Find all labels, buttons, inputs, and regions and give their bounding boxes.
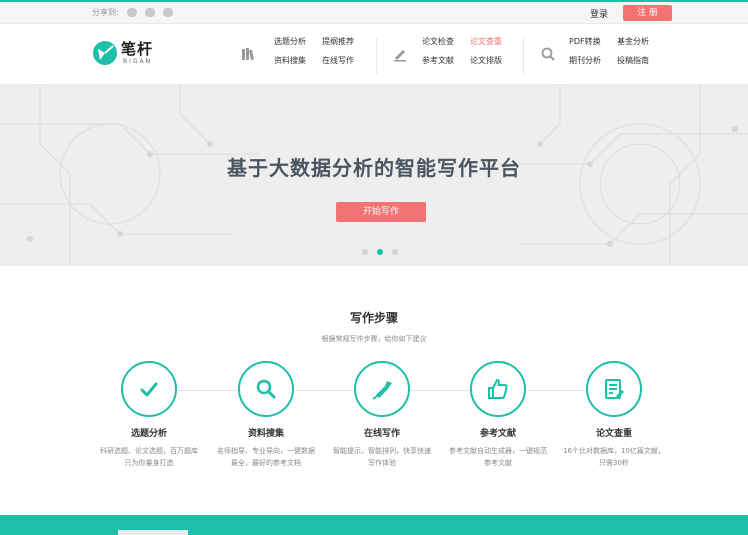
- step-title: 在线写作: [363, 429, 400, 439]
- hero-title: 基于大数据分析的智能写作平台: [227, 156, 521, 180]
- pen-icon: [372, 381, 392, 400]
- carousel-dot-active[interactable]: [377, 249, 383, 255]
- hero-banner: 基于大数据分析的智能写作平台 开始写作: [0, 84, 748, 266]
- start-writing-button[interactable]: 开始写作: [336, 202, 426, 222]
- nav-pdf-convert[interactable]: PDF转换: [569, 36, 601, 47]
- steps-title: 写作步骤: [349, 311, 398, 325]
- nav-paper-format[interactable]: 论文排版: [470, 55, 502, 66]
- nav-topic-analysis[interactable]: 选题分析: [274, 36, 306, 47]
- header: 笔杆 BIGAN 选题分析 提纲推荐 资料搜集 在线写作 论文检查 论文查重 参…: [0, 24, 748, 84]
- step-references[interactable]: 参考文献 参考文献自动生成器，一键规范参考文献: [443, 361, 553, 469]
- nav-journal-analysis[interactable]: 期刊分析: [569, 55, 601, 66]
- share-label: 分享到:: [92, 8, 119, 17]
- weibo-icon[interactable]: [163, 8, 173, 17]
- preview-card: [118, 530, 188, 535]
- logo-text[interactable]: 笔杆: [121, 38, 153, 59]
- step-topic-analysis[interactable]: 选题分析 科研选题、论文选题，百万题库只为你量身打造: [94, 361, 204, 469]
- share-icons: [127, 8, 173, 17]
- logo-icon[interactable]: [92, 40, 118, 66]
- step-circle: [121, 361, 177, 417]
- nav-online-writing[interactable]: 在线写作: [322, 55, 354, 66]
- step-desc: 名师指导、专业导向，一健数据最全，最好的参考文档: [217, 447, 315, 467]
- nav-outline-recommend[interactable]: 提纲推荐: [322, 36, 354, 47]
- nav-divider: [376, 38, 377, 74]
- thumbs-up-icon: [488, 379, 508, 399]
- qq-icon[interactable]: [127, 8, 137, 17]
- step-circle: [238, 361, 294, 417]
- bottom-band: [0, 515, 748, 535]
- top-bar: 分享到: 登录 注 册: [0, 2, 748, 24]
- step-material-collect[interactable]: 资料搜集 名师指导、专业导向，一健数据最全，最好的参考文档: [211, 361, 321, 469]
- step-circle: [354, 361, 410, 417]
- nav-material-collect[interactable]: 资料搜集: [274, 55, 306, 66]
- nav-fund-analysis[interactable]: 基金分析: [617, 36, 649, 47]
- search-icon: [541, 47, 555, 61]
- step-circle: [470, 361, 526, 417]
- step-desc: 科研选题、论文选题，百万题库只为你量身打造: [100, 447, 198, 467]
- step-circle: [586, 361, 642, 417]
- nav-submission-guide[interactable]: 投稿指南: [617, 55, 649, 66]
- edit-icon: [394, 50, 406, 62]
- step-desc: 16个比对数据库，10亿篇文献，只需30秒: [563, 447, 665, 467]
- nav-plagiarism-check[interactable]: 论文查重: [470, 36, 502, 47]
- books-icon: [242, 48, 254, 61]
- wechat-icon[interactable]: [145, 8, 155, 17]
- step-desc: 参考文献自动生成器，一键规范参考文献: [449, 447, 547, 467]
- document-icon: [605, 379, 624, 399]
- step-plagiarism-check[interactable]: 论文查重 16个比对数据库，10亿篇文献，只需30秒: [559, 361, 669, 469]
- step-desc: 智能提示，智能排列，快享快速写作体验: [333, 447, 431, 467]
- search-icon: [256, 379, 276, 399]
- logo-subtext: BIGAN: [123, 58, 153, 65]
- step-title: 选题分析: [130, 429, 167, 439]
- carousel-dot[interactable]: [392, 249, 398, 255]
- step-online-writing[interactable]: 在线写作 智能提示，智能排列，快享快速写作体验: [327, 361, 437, 469]
- nav-paper-check[interactable]: 论文检查: [422, 36, 454, 47]
- nav-references[interactable]: 参考文献: [422, 55, 454, 66]
- check-icon: [140, 382, 158, 397]
- login-link[interactable]: 登录: [590, 7, 608, 20]
- carousel-dots: [362, 249, 398, 255]
- step-title: 论文查重: [595, 429, 632, 439]
- step-title: 参考文献: [479, 429, 516, 439]
- carousel-dot[interactable]: [362, 249, 368, 255]
- step-title: 资料搜集: [247, 429, 284, 439]
- register-button[interactable]: 注 册: [623, 5, 672, 21]
- steps-subtitle: 根据常规写作步骤，给你如下建议: [321, 335, 427, 343]
- nav-divider: [523, 38, 524, 74]
